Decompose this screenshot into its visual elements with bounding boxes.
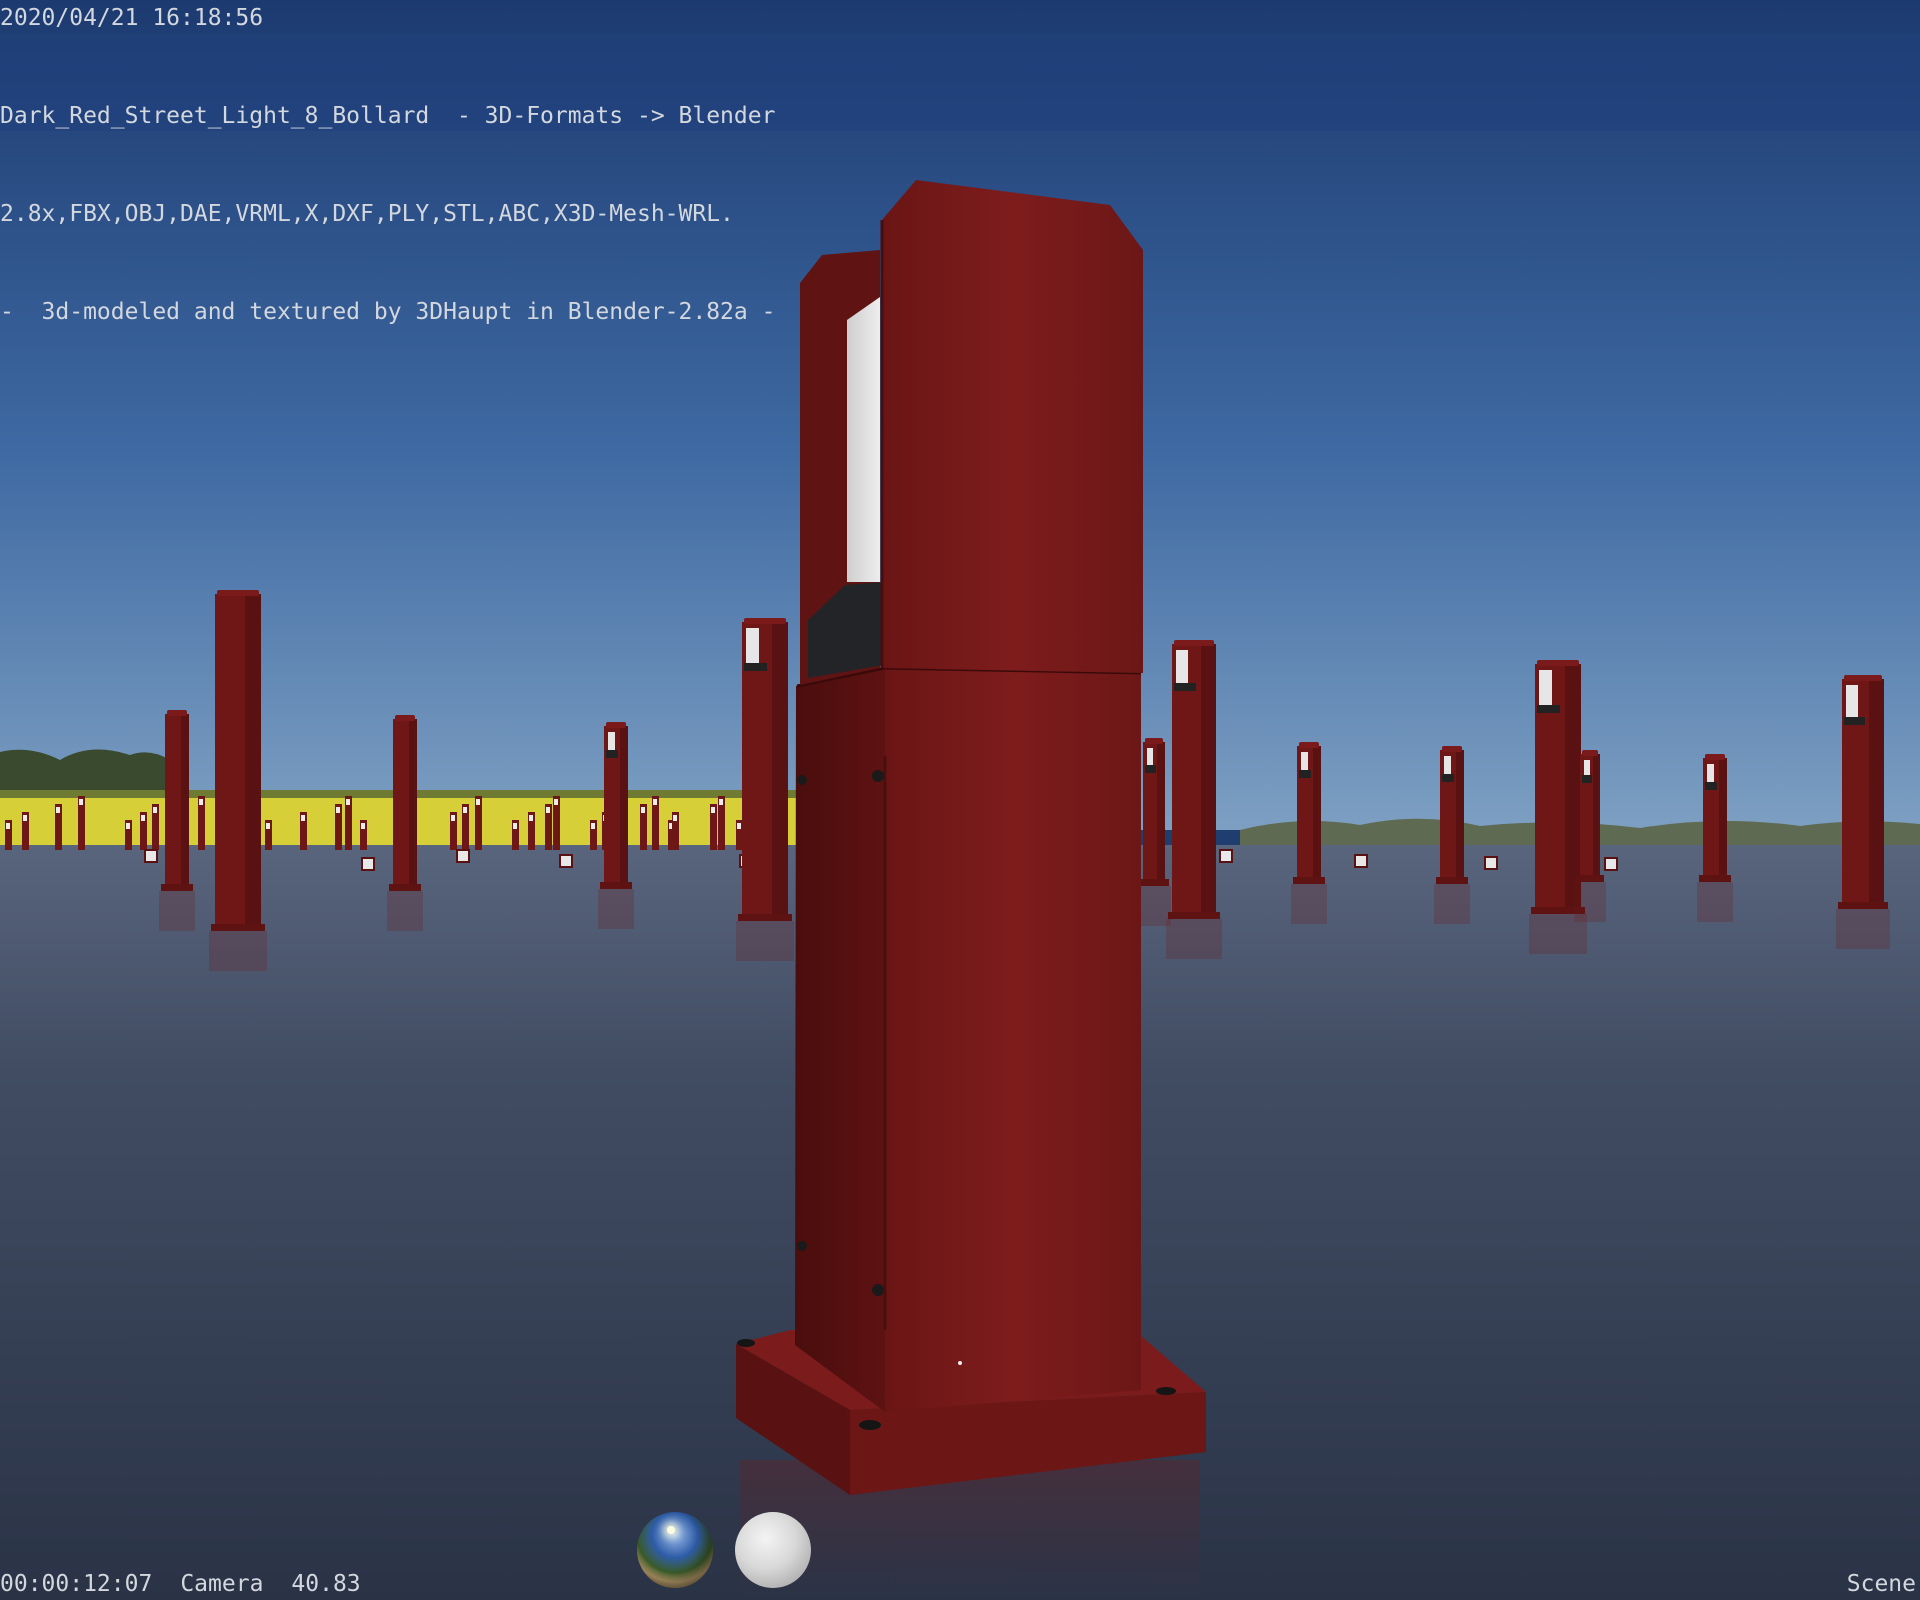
far-bollard	[710, 804, 717, 850]
far-bollard	[152, 804, 159, 850]
3d-viewport[interactable]: 2020/04/21 16:18:56 Dark_Red_Street_Ligh…	[0, 0, 1920, 1600]
background-bollard	[209, 590, 267, 971]
scene-label[interactable]: Scene	[1847, 1568, 1916, 1600]
model-info-line-2: 2.8x,FBX,OBJ,DAE,VRML,X,DXF,PLY,STL,ABC,…	[0, 201, 734, 227]
far-bollard	[736, 820, 743, 850]
far-bollard	[450, 812, 457, 850]
far-bollard	[55, 804, 62, 850]
model-info-line-1: Dark_Red_Street_Light_8_Bollard - 3D-For…	[0, 103, 776, 129]
time-code: 00:00:12:07	[0, 1571, 153, 1597]
far-bollard	[462, 804, 469, 850]
far-bollard	[22, 812, 29, 850]
far-bollard	[545, 804, 552, 850]
far-bollard	[512, 820, 519, 850]
tree-line	[0, 749, 170, 790]
far-bollard	[652, 796, 659, 850]
ground-lamp	[144, 849, 158, 863]
render-timestamp: 2020/04/21 16:18:56	[0, 5, 264, 31]
ground-lamp	[361, 857, 375, 871]
far-bollard	[360, 820, 367, 850]
model-info-block: Dark_Red_Street_Light_8_Bollard - 3D-For…	[0, 34, 1920, 325]
far-bollard	[475, 796, 482, 850]
far-bollard	[5, 820, 12, 850]
far-bollard	[718, 796, 725, 850]
background-bollard	[736, 618, 794, 961]
ground-lamp	[1484, 856, 1498, 870]
far-bollard	[300, 812, 307, 850]
background-bollard	[1166, 640, 1222, 959]
far-bollard	[265, 820, 272, 850]
far-bollard	[345, 796, 352, 850]
far-bollard	[78, 796, 85, 850]
far-bollard	[140, 812, 147, 850]
far-bollard	[553, 796, 560, 850]
ground-lamp	[1354, 854, 1368, 868]
far-bollard	[590, 820, 597, 850]
lens-value: 40.83	[291, 1571, 361, 1597]
world-sphere-icon[interactable]	[637, 1512, 713, 1588]
far-bollard	[528, 812, 535, 850]
lower-body-front	[885, 668, 1141, 1412]
matte-sphere-icon[interactable]	[735, 1512, 811, 1588]
ground-lamp	[559, 854, 573, 868]
far-bollard	[640, 804, 647, 850]
ground-lamp	[1219, 849, 1233, 863]
far-bollard	[198, 796, 205, 850]
model-info-line-3: - 3d-modeled and textured by 3DHaupt in …	[0, 299, 776, 325]
main-bollard	[736, 180, 1206, 1600]
far-bollard	[672, 812, 679, 850]
viewport-footer: 00:00:12:07 Camera 40.83	[0, 1568, 389, 1600]
far-bollard	[335, 804, 342, 850]
lower-body-side	[795, 668, 885, 1412]
camera-label[interactable]: Camera	[180, 1568, 263, 1600]
background-bollard	[1836, 675, 1890, 949]
ground-lamp	[1604, 857, 1618, 871]
far-bollard	[125, 820, 132, 850]
ground-lamp	[456, 849, 470, 863]
